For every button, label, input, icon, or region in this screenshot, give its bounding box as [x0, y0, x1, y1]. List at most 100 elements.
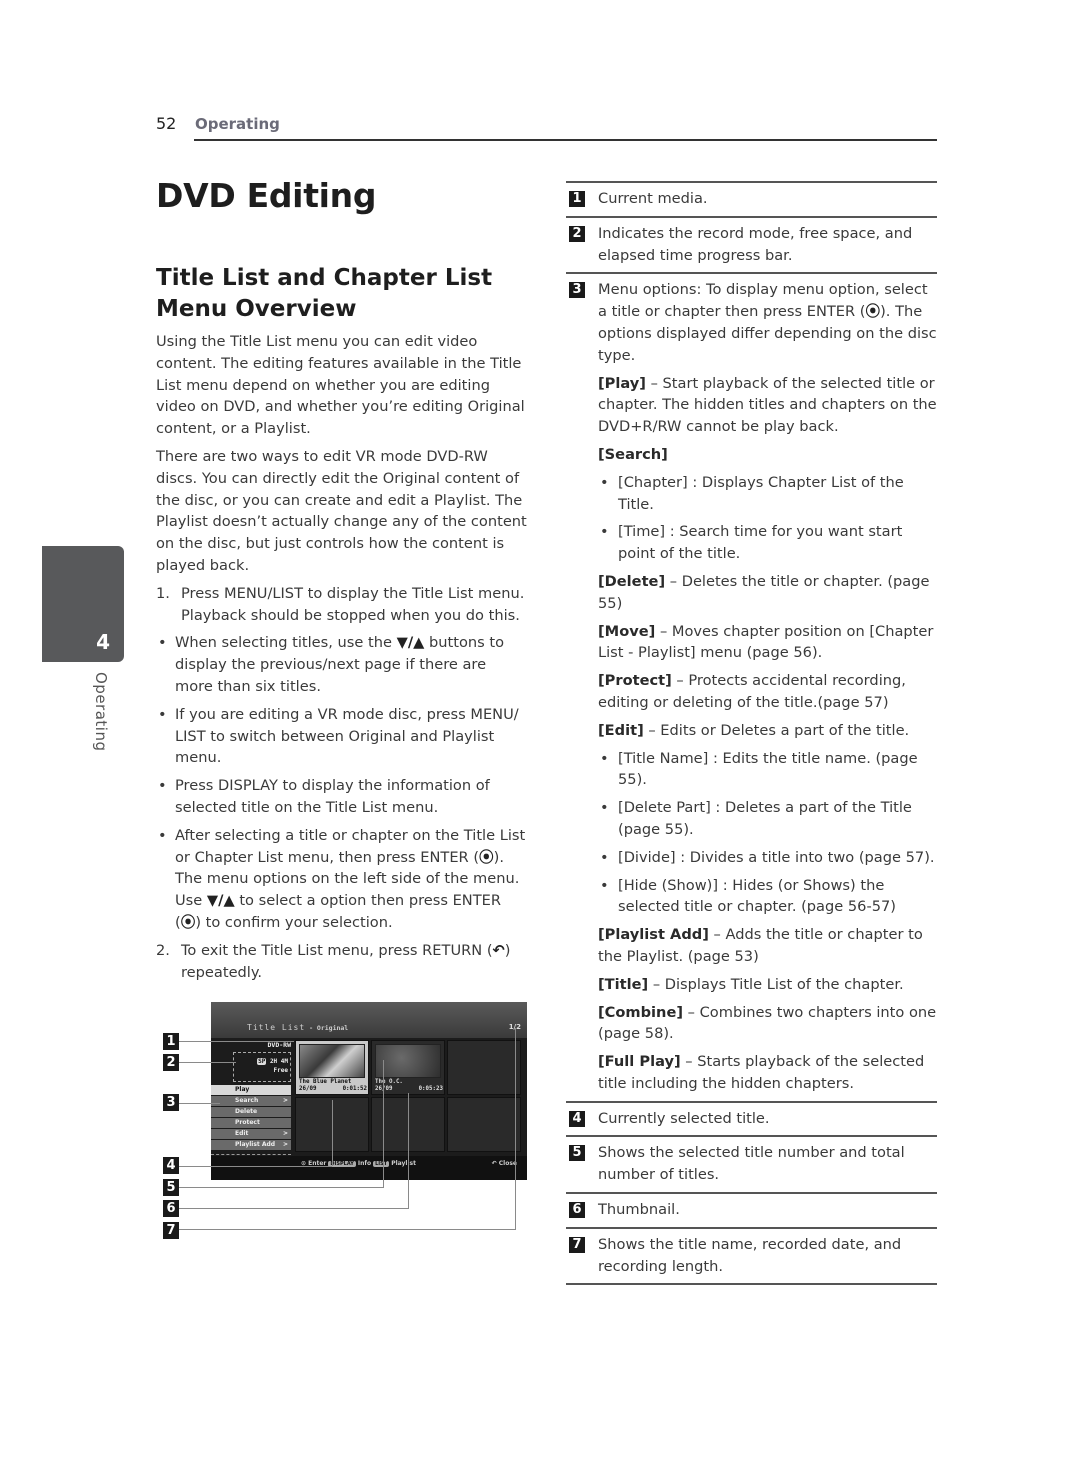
screen-header: Title List - Original 1/2	[211, 1002, 527, 1038]
step-text: To exit the Title List menu, press RETUR…	[181, 941, 493, 959]
info-hint: Info	[357, 1160, 372, 1167]
legend-text: Current media.	[598, 190, 708, 207]
option-label: [Full Play]	[598, 1053, 681, 1071]
option-label: [Title]	[598, 975, 649, 993]
step-number: 1.	[156, 584, 170, 602]
menu-option-edit[interactable]: Edit >	[211, 1129, 291, 1139]
option-label: [Combine]	[598, 1003, 684, 1021]
screen-body: DVD-RW SP 2H 4M Free Play Search > Delete…	[211, 1038, 527, 1156]
enter-icon: ⦿	[865, 303, 881, 321]
intro-paragraph: Using the Title List menu you can edit v…	[156, 333, 525, 438]
bullet-text: After selecting a title or chapter on th…	[175, 826, 526, 866]
option-desc: – Start playback of the selected title o…	[598, 374, 937, 436]
option-title: [Title] – Displays Title List of the cha…	[598, 974, 937, 996]
section-subtitle: Title List and Chapter List Menu Overvie…	[156, 265, 493, 322]
step-1: 1. Press MENU/LIST to display the Title …	[156, 583, 528, 627]
menu-option-search[interactable]: Search >	[211, 1096, 291, 1106]
option-label: [Delete]	[598, 572, 666, 590]
step-2: 2. To exit the Title List menu, press RE…	[156, 940, 528, 984]
menu-option-play[interactable]: Play	[211, 1085, 291, 1095]
title-list-diagram: Title List - Original 1/2 DVD-RW SP 2H 4…	[150, 1000, 530, 1245]
bullet-item: [Chapter] : Displays Chapter List of the…	[598, 472, 937, 516]
leader-line	[174, 1187, 384, 1188]
screen-footer: ⊙ Enter DISPLAY Info LIST Playlist ↶ Close	[211, 1156, 527, 1180]
legend-badge: 1	[569, 191, 585, 207]
empty-cell	[447, 1040, 521, 1095]
free-time: 2H 4M	[269, 1058, 288, 1065]
bullet-item: When selecting titles, use the ▼/▲ butto…	[156, 632, 528, 697]
callout-badge-4: 4	[163, 1157, 179, 1174]
legend-badge: 4	[569, 1110, 585, 1127]
down-up-arrow-icon: ▼/▲	[206, 892, 235, 910]
bullet-item: After selecting a title or chapter on th…	[156, 825, 528, 934]
menu-option-label: Search	[235, 1097, 259, 1104]
bullet-text: If you are editing a VR mode disc, press…	[175, 705, 519, 767]
leader-line	[332, 1100, 333, 1166]
title-name: The Blue Planet	[299, 1079, 352, 1085]
option-search: [Search]	[598, 444, 937, 466]
leader-line	[408, 1093, 409, 1208]
legend-item-5: 5 Shows the selected title number and to…	[566, 1135, 937, 1192]
free-label: Free	[273, 1067, 288, 1074]
down-up-arrow-icon: ▼/▲	[396, 634, 425, 652]
bullet-item: [Title Name] : Edits the title name. (pa…	[598, 748, 937, 792]
legend-badge: 7	[569, 1236, 585, 1253]
bullet-item: If you are editing a VR mode disc, press…	[156, 704, 528, 769]
menu-option-protect[interactable]: Protect	[211, 1118, 291, 1128]
option-label: [Move]	[598, 622, 656, 640]
legend-item-1: 1 Current media.	[566, 181, 937, 216]
record-info-box: SP 2H 4M Free	[233, 1052, 291, 1082]
callout-badge-2: 2	[163, 1054, 179, 1071]
left-column: Using the Title List menu you can edit v…	[156, 331, 528, 989]
record-mode: SP	[257, 1058, 267, 1065]
title-date: 26/09	[299, 1086, 317, 1092]
leader-line	[174, 1062, 236, 1063]
bullet-text: When selecting titles, use the	[175, 634, 397, 652]
legend-item-3: 3 Menu options: To display menu option, …	[566, 272, 937, 1100]
enter-icon: ⦿	[180, 913, 196, 931]
leader-line	[174, 1166, 332, 1167]
legend-text: Shows the selected title number and tota…	[598, 1144, 905, 1184]
option-desc: – Displays Title List of the chapter.	[648, 975, 904, 993]
bullet-item: [Hide (Show)] : Hides (or Shows) the sel…	[598, 875, 937, 919]
callout-badge-7: 7	[163, 1222, 179, 1239]
option-label: [Play]	[598, 374, 646, 392]
title-cell-selected[interactable]: The Blue Planet 26/09 0:01:52	[295, 1040, 369, 1095]
menu-option-label: Play	[235, 1086, 250, 1093]
bullet-item: [Divide] : Divides a title into two (pag…	[598, 847, 937, 869]
option-move: [Move] – Moves chapter position on [Chap…	[598, 621, 937, 665]
legend-badge: 5	[569, 1145, 585, 1162]
list-key-icon: LIST	[373, 1161, 390, 1167]
menu-option-label: Protect	[235, 1119, 260, 1126]
thumbnail	[375, 1044, 441, 1078]
close-hint: ↶ Close	[491, 1160, 517, 1167]
bullet-text: ) to confirm your selection.	[195, 913, 393, 931]
bullet-text: Press DISPLAY to display the information…	[175, 777, 490, 816]
legend-badge: 3	[569, 282, 585, 299]
menu-option-label: Delete	[235, 1108, 258, 1115]
playlist-hint: Playlist	[391, 1160, 416, 1167]
section-name: Operating	[195, 115, 280, 133]
running-header: 52 Operating	[156, 114, 937, 142]
callout-badge-5: 5	[163, 1179, 179, 1196]
legend-text: Thumbnail.	[598, 1201, 680, 1219]
callout-badge-6: 6	[163, 1200, 179, 1217]
thumbnail	[299, 1044, 365, 1078]
option-label: [Playlist Add]	[598, 926, 709, 944]
return-icon: ↶	[492, 941, 505, 959]
bullet-item: Press DISPLAY to display the information…	[156, 775, 528, 819]
title-length: 0:05:23	[418, 1086, 443, 1092]
option-label: [Edit]	[598, 721, 644, 739]
intro-paragraph: There are two ways to edit VR mode DVD-R…	[156, 447, 527, 574]
bullet-item: [Time] : Search time for you want start …	[598, 521, 937, 565]
option-full-play: [Full Play] – Starts playback of the sel…	[598, 1051, 937, 1095]
menu-option-playlist-add[interactable]: Playlist Add >	[211, 1140, 291, 1150]
legend-text: Currently selected title.	[598, 1109, 770, 1127]
header-rule	[194, 139, 937, 141]
title-caption: The Blue Planet 26/09 0:01:52	[299, 1079, 367, 1093]
option-label: [Search]	[598, 445, 668, 463]
screen-title-text: Title List	[247, 1023, 306, 1032]
title-caption: The O.C. 26/090:05:23	[375, 1079, 443, 1093]
menu-option-delete[interactable]: Delete	[211, 1107, 291, 1117]
empty-cell	[447, 1097, 521, 1152]
